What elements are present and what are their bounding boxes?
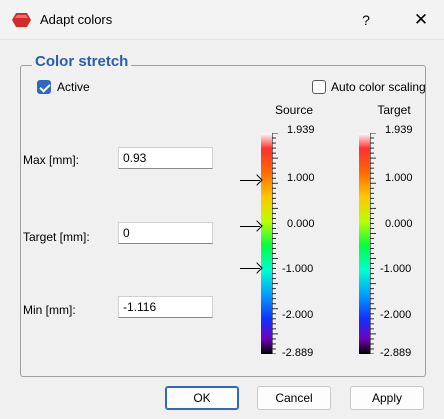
max-input[interactable]	[118, 147, 213, 169]
cancel-button[interactable]: Cancel	[257, 386, 331, 410]
source-scale-ticks	[272, 133, 278, 354]
window-title: Adapt colors	[40, 12, 113, 27]
source-color-bar	[261, 133, 272, 354]
max-marker-arrow-icon[interactable]	[240, 180, 260, 181]
target-tick-label: 0.000	[385, 218, 413, 230]
target-input[interactable]	[118, 222, 213, 244]
max-label: Max [mm]:	[23, 153, 79, 167]
target-tick-label: 1.000	[385, 172, 413, 184]
ok-button[interactable]: OK	[165, 386, 239, 410]
help-button[interactable]: ?	[355, 8, 377, 32]
active-checkbox[interactable]	[37, 80, 51, 94]
red-hexagon-icon	[12, 13, 31, 27]
min-input[interactable]	[118, 296, 213, 318]
title-bar: Adapt colors ? ✕	[0, 0, 444, 40]
active-label[interactable]: Active	[57, 80, 90, 94]
auto-color-scaling-label[interactable]: Auto color scaling	[331, 80, 426, 94]
source-tick-label: -1.000	[282, 263, 314, 275]
auto-color-scaling-checkbox[interactable]	[312, 80, 326, 94]
close-button[interactable]: ✕	[408, 8, 434, 32]
apply-button[interactable]: Apply	[350, 386, 424, 410]
target-tick-label: -2.889	[380, 347, 412, 359]
source-column-label: Source	[274, 103, 314, 117]
target-tick-label: 1.939	[385, 124, 413, 136]
target-tick-label: -2.000	[380, 309, 412, 321]
group-title: Color stretch	[32, 53, 132, 70]
target-color-bar	[359, 133, 370, 354]
target-tick-label: -1.000	[380, 263, 412, 275]
min-label: Min [mm]:	[23, 303, 76, 317]
target-marker-arrow-icon[interactable]	[240, 226, 260, 227]
target-column-label: Target	[377, 103, 411, 117]
source-tick-label: -2.889	[282, 347, 314, 359]
source-tick-label: 1.939	[287, 124, 315, 136]
source-tick-label: 0.000	[287, 218, 315, 230]
source-tick-label: -2.000	[282, 309, 314, 321]
target-label: Target [mm]:	[23, 230, 90, 244]
min-marker-arrow-icon[interactable]	[240, 268, 260, 269]
source-tick-label: 1.000	[287, 172, 315, 184]
target-scale-ticks	[370, 133, 376, 354]
